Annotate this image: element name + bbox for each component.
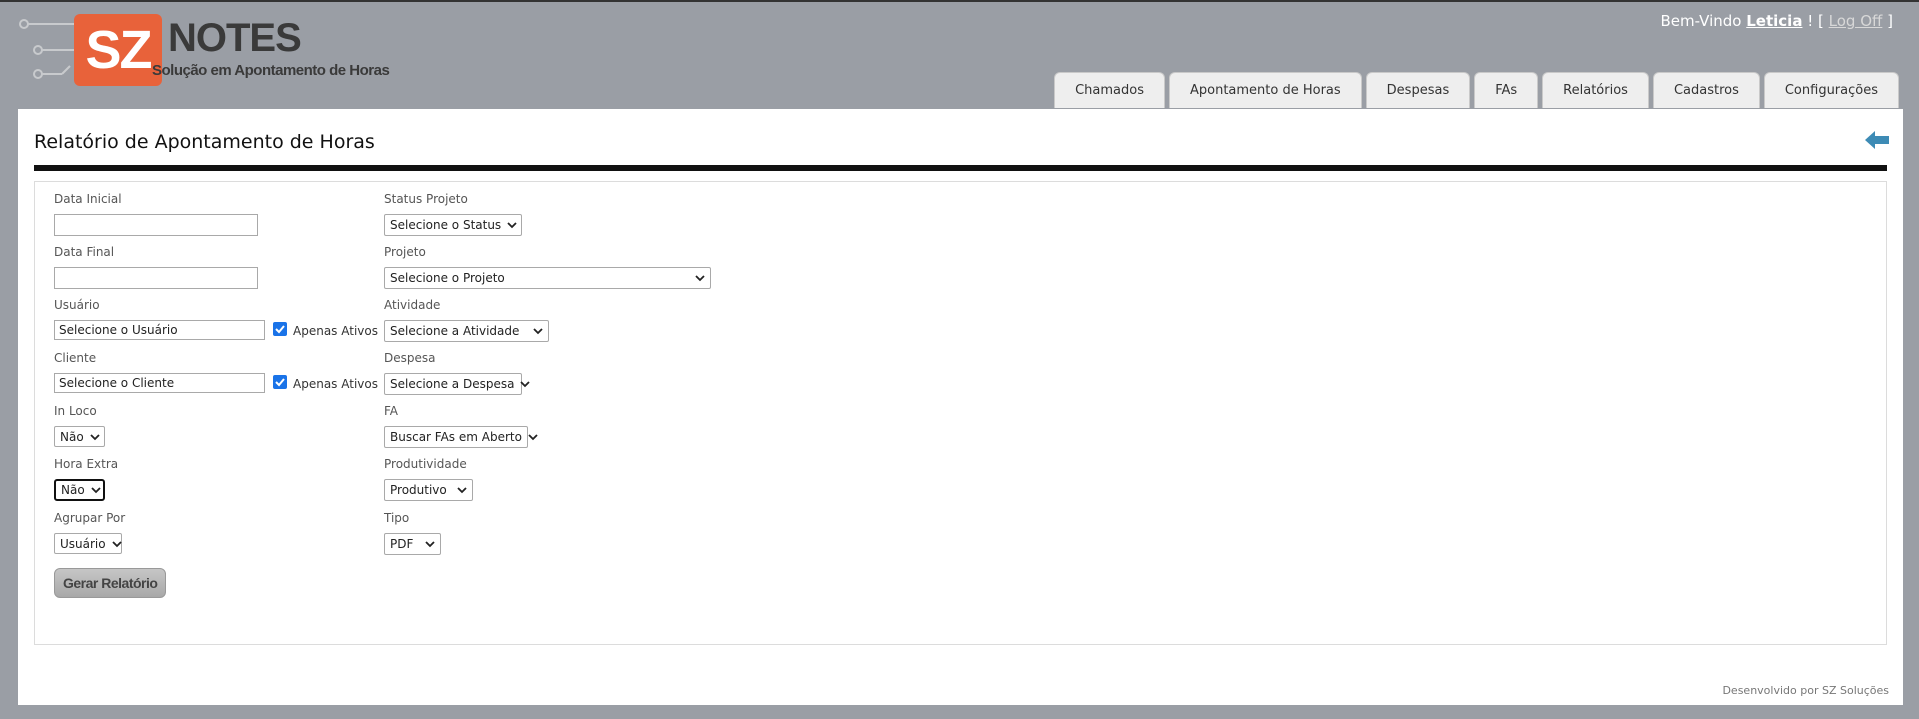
back-arrow-icon[interactable] bbox=[1865, 131, 1889, 149]
usuario-apenas-ativos-checkbox[interactable] bbox=[273, 322, 287, 336]
agrupar-por-select[interactable]: Usuário bbox=[54, 533, 122, 554]
tipo-value: PDF bbox=[390, 537, 414, 551]
in-loco-value: Não bbox=[60, 429, 84, 444]
checkmark-icon bbox=[275, 378, 285, 387]
logo-sz-mark: SZ bbox=[74, 14, 162, 86]
sz-notes-logo: SZ NOTES Solução em Apontamento de Horas bbox=[18, 10, 390, 90]
projeto-label: Projeto bbox=[384, 245, 426, 259]
chevron-down-icon bbox=[520, 381, 531, 388]
chevron-down-icon bbox=[90, 433, 100, 440]
produtividade-select[interactable]: Produtivo bbox=[384, 479, 473, 501]
data-final-input[interactable] bbox=[54, 267, 258, 289]
title-divider bbox=[34, 165, 1887, 171]
tab-despesas[interactable]: Despesas bbox=[1365, 72, 1471, 108]
tab-fas[interactable]: FAs bbox=[1474, 72, 1539, 108]
fa-value: Buscar FAs em Aberto bbox=[390, 430, 522, 444]
cliente-input[interactable] bbox=[54, 373, 265, 393]
atividade-select[interactable]: Selecione a Atividade bbox=[384, 320, 549, 342]
gerar-relatorio-button[interactable]: Gerar Relatório bbox=[54, 568, 167, 598]
logo-tagline: Solução em Apontamento de Horas bbox=[152, 62, 390, 79]
report-filter-form: Data Inicial Data Final Usuário Apenas A… bbox=[34, 181, 1887, 645]
data-final-label: Data Final bbox=[54, 245, 115, 259]
data-inicial-label: Data Inicial bbox=[54, 192, 122, 206]
hora-extra-select[interactable]: Não bbox=[54, 479, 105, 501]
projeto-value: Selecione o Projeto bbox=[390, 271, 505, 285]
agrupar-por-label: Agrupar Por bbox=[54, 511, 126, 525]
cliente-label: Cliente bbox=[54, 351, 97, 365]
chevron-down-icon bbox=[507, 222, 517, 229]
checkmark-icon bbox=[275, 325, 285, 334]
tab-configuracoes[interactable]: Configurações bbox=[1763, 72, 1899, 108]
welcome-bar: Bem-Vindo Leticia ! [ Log Off ] bbox=[1660, 12, 1893, 30]
main-panel: Relatório de Apontamento de Horas Data I… bbox=[18, 109, 1903, 705]
fa-label: FA bbox=[384, 404, 399, 418]
produtividade-label: Produtividade bbox=[384, 457, 467, 471]
status-projeto-label: Status Projeto bbox=[384, 192, 468, 206]
produtividade-value: Produtivo bbox=[390, 483, 447, 497]
chevron-down-icon bbox=[457, 487, 467, 494]
main-nav-tabs: Chamados Apontamento de Horas Despesas F… bbox=[1054, 72, 1899, 108]
projeto-select[interactable]: Selecione o Projeto bbox=[384, 267, 711, 289]
tab-relatorios[interactable]: Relatórios bbox=[1542, 72, 1649, 108]
chevron-down-icon bbox=[533, 328, 543, 335]
in-loco-label: In Loco bbox=[54, 404, 97, 418]
despesa-value: Selecione a Despesa bbox=[390, 377, 515, 391]
tab-apontamento-de-horas[interactable]: Apontamento de Horas bbox=[1168, 72, 1362, 108]
tipo-select[interactable]: PDF bbox=[384, 533, 441, 555]
hora-extra-value: Não bbox=[61, 483, 85, 497]
hora-extra-label: Hora Extra bbox=[54, 457, 119, 471]
usuario-label: Usuário bbox=[54, 298, 100, 312]
cliente-apenas-ativos-label: Apenas Ativos bbox=[293, 377, 378, 391]
fa-select[interactable]: Buscar FAs em Aberto bbox=[384, 426, 538, 448]
in-loco-select[interactable]: Não bbox=[54, 426, 105, 447]
tab-cadastros[interactable]: Cadastros bbox=[1652, 72, 1760, 108]
welcome-bracket-open: ! [ bbox=[1807, 12, 1824, 30]
agrupar-por-value: Usuário bbox=[60, 536, 106, 551]
welcome-bracket-close: ] bbox=[1887, 12, 1893, 30]
despesa-select[interactable]: Selecione a Despesa bbox=[384, 373, 531, 395]
chevron-down-icon bbox=[91, 487, 101, 494]
cliente-apenas-ativos-checkbox[interactable] bbox=[273, 375, 287, 389]
logo-notes-text: NOTES bbox=[168, 16, 302, 60]
tipo-label: Tipo bbox=[384, 511, 410, 525]
chevron-down-icon bbox=[695, 275, 705, 282]
chevron-down-icon bbox=[528, 434, 538, 441]
status-projeto-select[interactable]: Selecione o Status bbox=[384, 214, 522, 236]
despesa-label: Despesa bbox=[384, 351, 436, 365]
usuario-apenas-ativos-label: Apenas Ativos bbox=[293, 324, 378, 338]
logoff-link[interactable]: Log Off bbox=[1829, 12, 1883, 30]
usuario-input[interactable] bbox=[54, 320, 265, 340]
page-title: Relatório de Apontamento de Horas bbox=[34, 131, 375, 153]
chevron-down-icon bbox=[425, 541, 435, 548]
footer-credit: Desenvolvido por SZ Soluções bbox=[1722, 684, 1889, 697]
status-projeto-value: Selecione o Status bbox=[390, 218, 502, 232]
chevron-down-icon bbox=[111, 540, 122, 547]
tab-chamados[interactable]: Chamados bbox=[1054, 72, 1165, 108]
user-name-link[interactable]: Leticia bbox=[1746, 12, 1802, 30]
atividade-label: Atividade bbox=[384, 298, 441, 312]
atividade-value: Selecione a Atividade bbox=[390, 324, 520, 338]
welcome-prefix: Bem-Vindo bbox=[1660, 12, 1742, 30]
data-inicial-input[interactable] bbox=[54, 214, 258, 236]
